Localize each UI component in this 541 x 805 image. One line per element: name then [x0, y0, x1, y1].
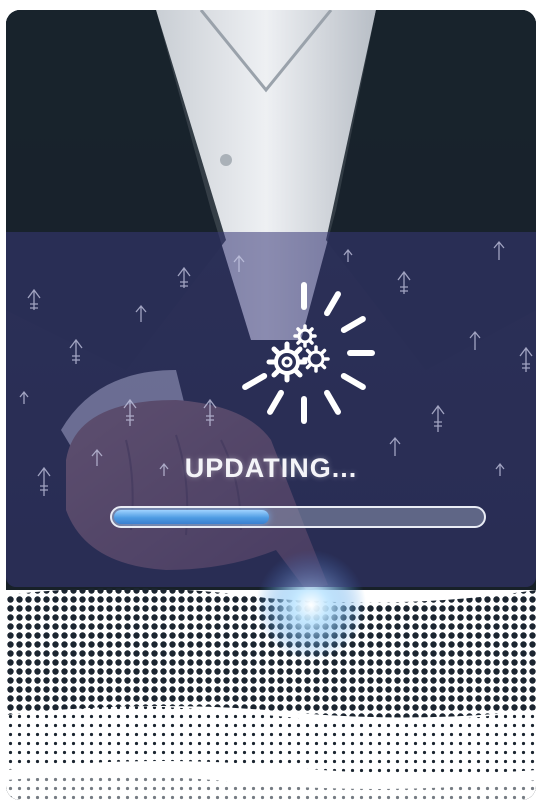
upload-arrow-icon [397, 270, 411, 294]
update-status-label: UPDATING... [184, 453, 358, 483]
upload-arrow-icon [19, 390, 29, 404]
upload-arrow-icon [123, 398, 137, 426]
upload-arrow-icon [233, 254, 245, 272]
upload-arrow-icon [177, 266, 191, 288]
upload-arrows-layer [19, 240, 533, 496]
update-progress-fill [114, 510, 269, 524]
upload-arrow-icon [203, 398, 217, 426]
upload-arrow-icon [135, 304, 147, 322]
upload-arrow-icon [493, 240, 505, 260]
upload-arrow-icon [469, 330, 481, 350]
update-progress-bar [110, 506, 486, 528]
upload-arrow-icon [343, 248, 353, 262]
gears-icon [266, 324, 330, 383]
upload-arrow-icon [519, 346, 533, 372]
upload-arrow-icon [27, 288, 41, 310]
upload-arrow-icon [431, 404, 445, 432]
update-illustration: UPDATING... [6, 10, 536, 800]
upload-arrow-icon [69, 338, 83, 364]
